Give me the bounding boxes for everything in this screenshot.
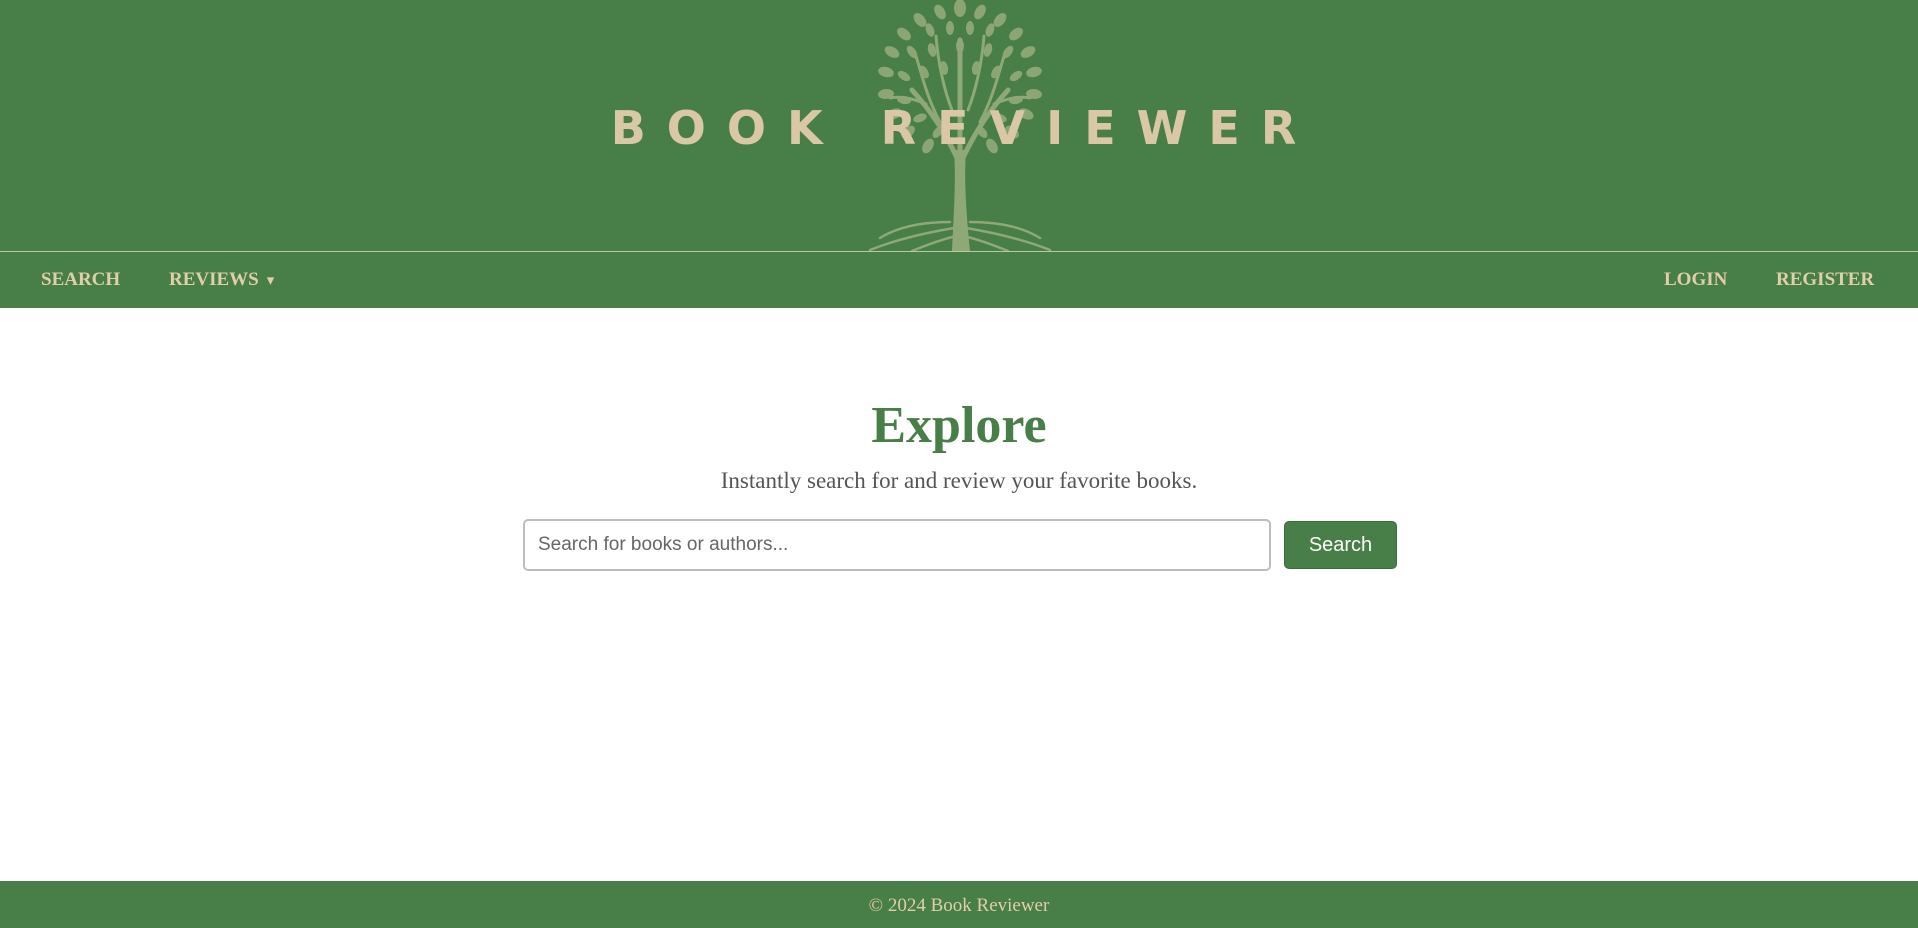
header-banner: BOOK REVIEWER [0,0,1918,251]
search-button[interactable]: Search [1284,521,1397,569]
nav-register-link[interactable]: REGISTER [1776,252,1874,308]
footer-copyright: © 2024 Book Reviewer [868,895,1050,916]
nav-login-link[interactable]: LOGIN [1664,252,1727,308]
site-header: BOOK REVIEWER SEARCH REVIEWS ▾ LOGIN REGI… [0,0,1918,308]
nav-register-label: REGISTER [1776,269,1875,290]
brand-title: BOOK REVIEWER [610,101,1318,155]
nav-reviews-dropdown[interactable]: REVIEWS ▾ [169,252,274,308]
nav-search-label: SEARCH [41,269,121,290]
nav-search-link[interactable]: SEARCH [41,252,120,308]
search-input[interactable] [523,519,1271,571]
site-footer: © 2024 Book Reviewer [0,881,1918,928]
nav-reviews-label: REVIEWS [169,269,259,290]
caret-down-icon: ▾ [266,273,275,289]
main-nav: SEARCH REVIEWS ▾ LOGIN REGISTER [0,251,1918,308]
page-subtitle: Instantly search for and review your fav… [720,468,1198,493]
page-title: Explore [871,397,1047,454]
nav-login-label: LOGIN [1664,269,1728,290]
page: BOOK REVIEWER SEARCH REVIEWS ▾ LOGIN REGI… [0,0,1918,928]
